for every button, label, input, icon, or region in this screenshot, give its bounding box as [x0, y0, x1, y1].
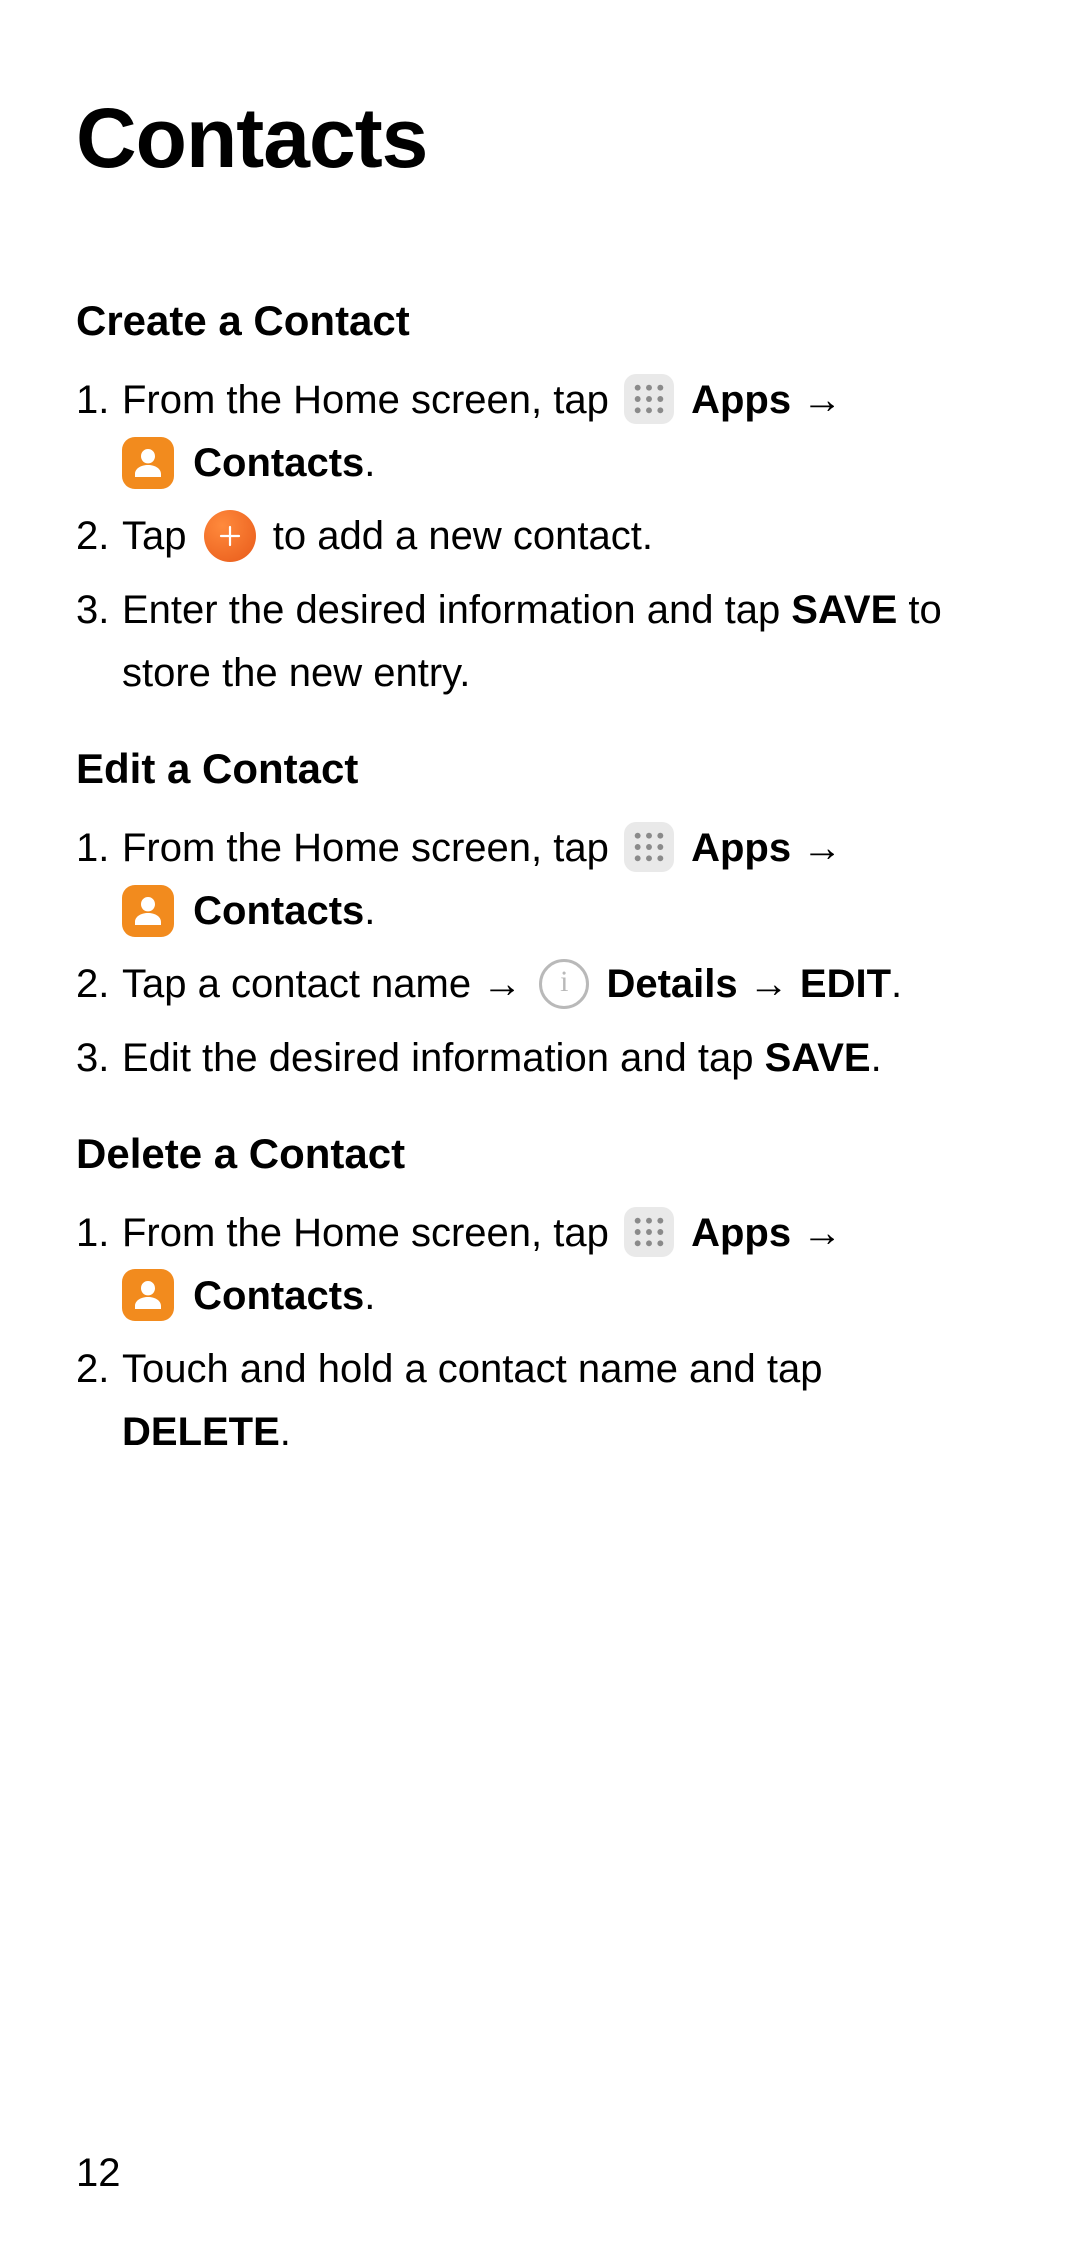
- step-text: Tap a contact name: [122, 962, 482, 1006]
- step-text: Touch and hold a contact name and tap: [122, 1347, 823, 1391]
- list-item: From the Home screen, tap Apps → Contact…: [76, 1202, 1004, 1328]
- delete-label: DELETE: [122, 1410, 280, 1454]
- delete-steps: From the Home screen, tap Apps → Contact…: [76, 1202, 1004, 1465]
- step-text: Tap: [122, 514, 198, 558]
- step-text: to add a new contact.: [273, 514, 653, 558]
- apps-label: Apps: [691, 1211, 791, 1255]
- arrow-icon: →: [802, 826, 842, 870]
- period: .: [364, 1274, 375, 1318]
- arrow-icon: →: [749, 962, 789, 1006]
- period: .: [364, 889, 375, 933]
- period: .: [891, 962, 902, 1006]
- section-delete-heading: Delete a Contact: [76, 1130, 1004, 1178]
- edit-label: EDIT: [800, 962, 891, 1006]
- arrow-icon: →: [802, 378, 842, 422]
- contacts-label: Contacts: [193, 889, 364, 933]
- list-item: Tap to add a new contact.: [76, 505, 1004, 568]
- step-text: From the Home screen, tap: [122, 826, 620, 870]
- list-item: Enter the desired information and tap SA…: [76, 579, 1004, 705]
- contacts-icon: [122, 437, 174, 489]
- period: .: [364, 441, 375, 485]
- apps-icon: [624, 374, 674, 424]
- apps-label: Apps: [691, 378, 791, 422]
- period: .: [871, 1036, 882, 1080]
- save-label: SAVE: [765, 1036, 871, 1080]
- step-text: From the Home screen, tap: [122, 378, 620, 422]
- edit-steps: From the Home screen, tap Apps → Contact…: [76, 817, 1004, 1090]
- step-text: From the Home screen, tap: [122, 1211, 620, 1255]
- create-steps: From the Home screen, tap Apps → Contact…: [76, 369, 1004, 705]
- save-label: SAVE: [791, 588, 897, 632]
- contacts-label: Contacts: [193, 1274, 364, 1318]
- period: .: [280, 1410, 291, 1454]
- step-text: Edit the desired information and tap: [122, 1036, 765, 1080]
- contacts-icon: [122, 885, 174, 937]
- contacts-label: Contacts: [193, 441, 364, 485]
- apps-label: Apps: [691, 826, 791, 870]
- info-icon: i: [539, 959, 589, 1009]
- apps-icon: [624, 822, 674, 872]
- contacts-icon: [122, 1269, 174, 1321]
- section-create-heading: Create a Contact: [76, 297, 1004, 345]
- list-item: From the Home screen, tap Apps → Contact…: [76, 817, 1004, 943]
- plus-icon: [204, 510, 256, 562]
- apps-icon: [624, 1207, 674, 1257]
- arrow-icon: →: [482, 962, 522, 1006]
- section-edit-heading: Edit a Contact: [76, 745, 1004, 793]
- step-text: Enter the desired information and tap: [122, 588, 791, 632]
- page-number: 12: [76, 2151, 121, 2196]
- list-item: Tap a contact name → i Details → EDIT.: [76, 953, 1004, 1016]
- list-item: From the Home screen, tap Apps → Contact…: [76, 369, 1004, 495]
- arrow-icon: →: [802, 1211, 842, 1255]
- page-title: Contacts: [76, 90, 1004, 187]
- details-label: Details: [606, 962, 737, 1006]
- list-item: Touch and hold a contact name and tap DE…: [76, 1338, 1004, 1464]
- list-item: Edit the desired information and tap SAV…: [76, 1027, 1004, 1090]
